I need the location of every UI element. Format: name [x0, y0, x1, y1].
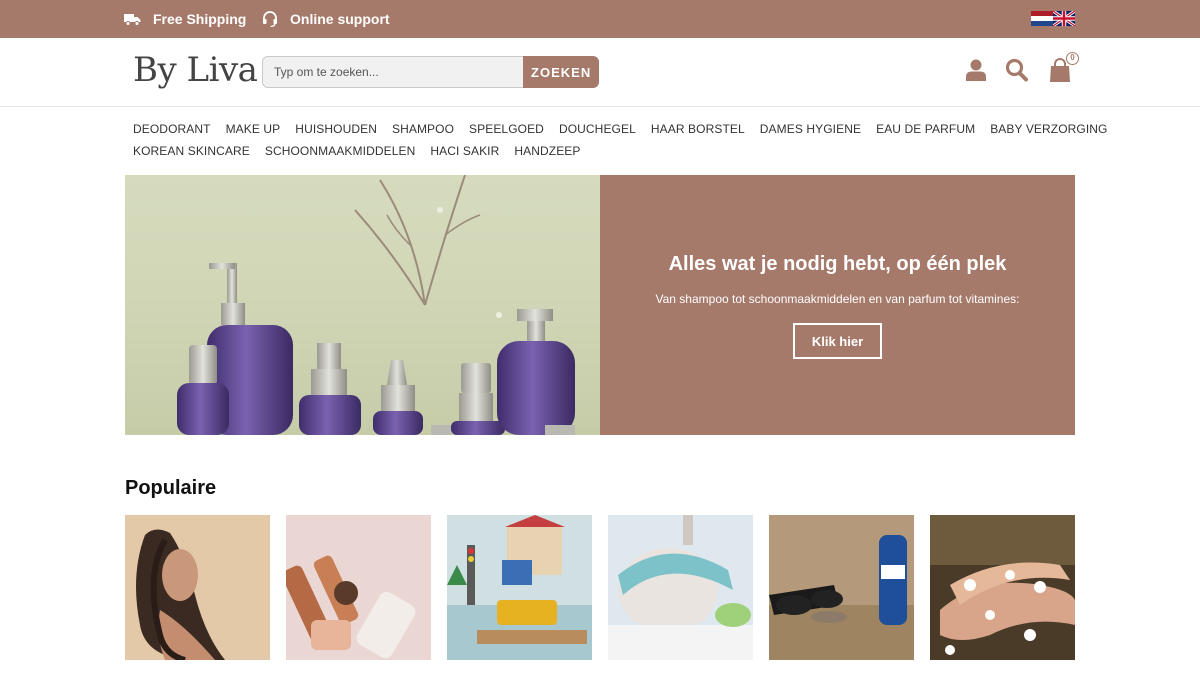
popular-tile-toys[interactable] [447, 515, 592, 660]
hero-image [125, 175, 600, 435]
nav-link-make-up[interactable]: MAKE UP [226, 122, 281, 136]
popular-tile-handcare[interactable] [930, 515, 1075, 660]
search-icon[interactable] [1005, 58, 1028, 82]
nav-link-deodorant[interactable]: DEODORANT [133, 122, 211, 136]
popular-tile-facial[interactable] [608, 515, 753, 660]
hero-title: Alles wat je nodig hebt, op één plek [668, 253, 1007, 275]
hero-subtitle: Van shampoo tot schoonmaakmiddelen en va… [655, 292, 1020, 306]
hero-banner: Alles wat je nodig hebt, op één plek Van… [600, 175, 1075, 435]
online-support-link[interactable]: Online support [262, 0, 390, 38]
site-logo[interactable]: By Liva [133, 50, 258, 90]
category-nav-row: DEODORANT MAKE UP HUISHOUDEN SHAMPOO SPEELGO… [133, 118, 1107, 140]
nav-link-korean-skincare[interactable]: KOREAN SKINCARE [133, 144, 250, 158]
popular-tile-deodorant[interactable] [769, 515, 914, 660]
headset-icon [263, 11, 277, 27]
nl-flag-icon[interactable] [1031, 11, 1053, 26]
language-switcher [1031, 11, 1075, 26]
uk-flag-icon[interactable] [1053, 11, 1075, 26]
nav-link-schoonmaakmiddelen[interactable]: SCHOONMAAKMIDDELEN [265, 144, 416, 158]
search-bar: ZOEKEN [262, 56, 599, 88]
nav-link-haci-sakir[interactable]: HACI SAKIR [430, 144, 499, 158]
search-button[interactable]: ZOEKEN [523, 56, 599, 88]
hero-cta-button[interactable]: Klik hier [793, 323, 882, 359]
popular-tile-makeup[interactable] [286, 515, 431, 660]
search-input[interactable] [262, 56, 524, 88]
popular-heading: Populaire [125, 477, 217, 499]
free-shipping-label: Free Shipping [153, 11, 247, 27]
popular-tile-hair[interactable] [125, 515, 270, 660]
free-shipping-notice: Free Shipping [124, 0, 246, 38]
category-nav-row: KOREAN SKINCARE SCHOONMAAKMIDDELEN HACI SA… [133, 140, 1083, 162]
nav-link-baby-verzorging[interactable]: BABY VERZORGING [990, 122, 1107, 136]
user-icon[interactable] [965, 58, 987, 82]
nav-link-speelgoed[interactable]: SPEELGOED [469, 122, 544, 136]
nav-link-haar-borstel[interactable]: HAAR BORSTEL [651, 122, 745, 136]
category-nav: DEODORANT MAKE UP HUISHOUDEN SHAMPOO SPEELGO… [133, 118, 1107, 162]
nav-link-eau-de-parfum[interactable]: EAU DE PARFUM [876, 122, 975, 136]
nav-link-huishouden[interactable]: HUISHOUDEN [295, 122, 377, 136]
hero-bottles-illustration [177, 175, 575, 435]
nav-link-shampoo[interactable]: SHAMPOO [392, 122, 454, 136]
nav-link-dames-hygiene[interactable]: DAMES HYGIENE [760, 122, 861, 136]
truck-icon [124, 13, 141, 26]
top-bar: Free Shipping Online support [0, 0, 1200, 38]
nav-link-douchegel[interactable]: DOUCHEGEL [559, 122, 636, 136]
cart-count-badge: 0 [1066, 52, 1079, 65]
site-header: By Liva ZOEKEN 0 [0, 38, 1200, 107]
online-support-label: Online support [290, 11, 390, 27]
nav-link-handzeep[interactable]: HANDZEEP [514, 144, 580, 158]
